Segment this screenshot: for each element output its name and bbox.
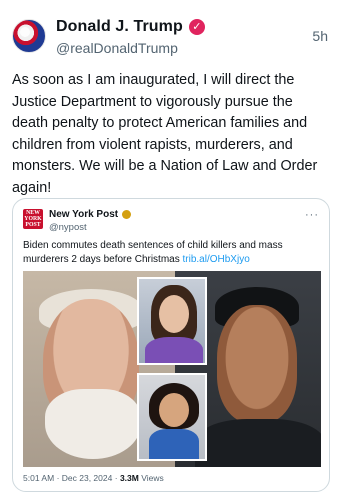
quoted-post-link[interactable]: trib.al/OHbXjyo <box>183 254 250 265</box>
beard-shape <box>45 389 141 459</box>
meta-separator: · <box>56 473 60 483</box>
author-avatar[interactable] <box>12 19 46 53</box>
quoted-verified-badge-icon <box>122 210 132 219</box>
shirt-shape <box>195 419 321 467</box>
quoted-post-card[interactable]: NEW YORK POST New York Post @nypost ··· Bi… <box>12 198 330 492</box>
nypost-logo-icon: NEW YORK POST <box>23 209 43 229</box>
quoted-author-name[interactable]: New York Post <box>49 209 118 220</box>
meta-separator: · <box>114 473 118 483</box>
inset-child-photo <box>137 373 207 461</box>
more-options-icon[interactable]: ··· <box>305 209 319 221</box>
shirt-shape <box>145 337 203 363</box>
post-time[interactable]: 5:01 AM <box>23 473 54 483</box>
quoted-author-row: New York Post <box>49 209 132 220</box>
post-timestamp[interactable]: 5h <box>312 28 328 44</box>
post-date[interactable]: Dec 23, 2024 <box>62 473 113 483</box>
quoted-post-text: Biden commutes death sentences of child … <box>23 239 321 267</box>
quoted-author-handle[interactable]: @nypost <box>49 222 87 233</box>
views-label: Views <box>141 473 164 483</box>
quoted-post-meta: 5:01 AM · Dec 23, 2024 · 3.3M Views <box>23 473 164 483</box>
post-body-text: As soon as I am inaugurated, I will dire… <box>12 72 318 196</box>
author-display-name[interactable]: Donald J. Trump <box>56 18 183 36</box>
quoted-post-image[interactable] <box>23 271 321 467</box>
verified-badge-icon: ✓ <box>188 19 205 35</box>
author-name-row: Donald J. Trump ✓ <box>56 18 205 36</box>
shirt-shape <box>149 429 199 459</box>
inset-girl-photo <box>137 277 207 365</box>
face-shape <box>217 305 297 423</box>
face-shape <box>159 295 189 333</box>
face-shape <box>159 393 189 427</box>
post-header: Donald J. Trump ✓ @realDonaldTrump 5h <box>12 12 330 62</box>
author-handle[interactable]: @realDonaldTrump <box>56 40 178 56</box>
views-count: 3.3M <box>119 473 139 483</box>
